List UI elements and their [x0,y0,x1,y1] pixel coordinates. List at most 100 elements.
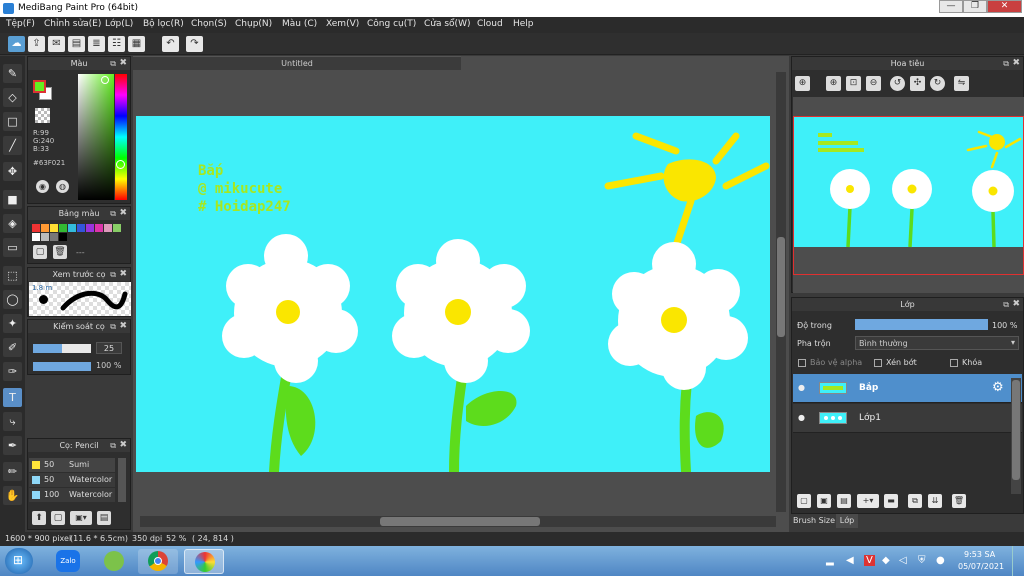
palette-icon[interactable]: ◉ [36,180,49,193]
hue-slider[interactable] [115,74,127,200]
transparent-swatch[interactable] [35,108,50,123]
eraser-tool-icon[interactable]: ◇ [3,88,22,107]
palette-swatch[interactable] [32,224,40,232]
line-tool-icon[interactable]: ╱ [3,136,22,155]
flip-icon[interactable]: ⇋ [954,76,969,91]
network-icon[interactable]: ▂ [826,555,834,566]
hue-cursor[interactable] [116,160,125,169]
close-icon[interactable]: ✖ [119,207,127,220]
menu-tools[interactable]: Công cụ(T) [367,19,416,29]
brush-size-field[interactable]: 25 [96,342,122,354]
palette-swatch[interactable] [86,224,94,232]
zoom-in-icon[interactable]: ⊕ [795,76,810,91]
document-tab[interactable]: Untitled [133,56,461,70]
speaker-icon[interactable]: ◁ [899,555,907,566]
close-icon[interactable]: ✖ [1012,298,1020,311]
brush-menu-icon[interactable]: ▣▾ [70,511,92,525]
menu-select[interactable]: Chọn(S) [191,19,227,29]
palette-swatch[interactable] [68,224,76,232]
list-icon[interactable]: ≣ [88,36,105,52]
palette-swatch[interactable] [95,224,103,232]
layer-opacity-slider[interactable] [855,319,988,330]
vertical-scrollbar[interactable] [776,72,786,512]
add-brush-icon[interactable]: ⬆ [32,511,46,525]
settings-list-icon[interactable]: ☷ [108,36,125,52]
navigator-viewport[interactable] [793,116,1024,275]
fill-rect-tool-icon[interactable]: ■ [3,190,22,209]
eye-icon[interactable]: ● [798,413,805,422]
horizontal-scroll-thumb[interactable] [380,517,540,526]
palette-swatch[interactable] [32,233,40,241]
document-icon[interactable]: ▤ [68,36,85,52]
zoom-out-icon[interactable]: ⊖ [866,76,881,91]
add-layer-menu-icon[interactable]: +▾ [857,494,879,508]
menu-edit[interactable]: Chỉnh sửa(E) [44,19,101,29]
palette-swatch[interactable] [113,224,121,232]
layer-row-lop1[interactable]: ● Lớp1 [793,404,1022,433]
palette-swatch[interactable] [50,224,58,232]
zalo-taskbar-icon[interactable]: Zalo [48,549,88,574]
rectangle-tool-icon[interactable]: □ [3,112,22,131]
foreground-color-swatch[interactable] [33,80,46,93]
palette-swatch[interactable] [77,224,85,232]
close-icon[interactable]: ✖ [119,439,127,452]
volume-icon[interactable]: ◀ [846,555,854,566]
new-halftone-layer-icon[interactable]: ▤ [837,494,851,508]
rotate-right-icon[interactable]: ↻ [930,76,945,91]
tab-brush-size[interactable]: Brush Size [793,516,835,525]
menu-file[interactable]: Tệp(F) [6,19,35,29]
menu-color[interactable]: Màu (C) [282,19,317,29]
vertical-scroll-thumb[interactable] [777,237,785,337]
drawing-canvas[interactable]: Bắp @ mikucute # Hoidap247 [136,116,770,472]
duplicate-layer-icon[interactable]: ⧉ [908,494,922,508]
lasso-tool-icon[interactable]: ◯ [3,290,22,309]
lock-checkbox[interactable]: Khóa [950,358,982,367]
minimize-button[interactable]: — [939,0,963,13]
redo-icon[interactable]: ↷ [186,36,203,52]
close-icon[interactable]: ✖ [119,268,127,281]
palette-swatch[interactable] [50,233,58,241]
menu-window[interactable]: Cửa sổ(W) [424,19,470,29]
move-tool-icon[interactable]: ✥ [3,162,22,181]
palette-swatch[interactable] [59,224,67,232]
layer-row-bap[interactable]: ● Bắp ⚙ [793,374,1022,403]
operation-tool-icon[interactable]: ⤷ [3,412,22,431]
gradient-tool-icon[interactable]: ▭ [3,238,22,257]
popout-icon[interactable]: ⧉ [110,320,116,333]
zalo-tray-icon[interactable]: ● [936,555,945,566]
tray-app-icon[interactable]: ◆ [882,555,890,566]
tab-layer[interactable]: Lớp [836,514,858,528]
select-eraser-tool-icon[interactable]: ✑ [3,362,22,381]
menu-help[interactable]: Help [513,19,534,29]
palette-swatch[interactable] [104,224,112,232]
horizontal-scrollbar[interactable] [140,516,776,527]
cloud-icon[interactable]: ☁ [8,36,25,52]
blend-mode-select[interactable]: Bình thường ▾ [855,336,1019,350]
close-window-button[interactable]: ✕ [987,0,1022,13]
comment-icon[interactable]: ✉ [48,36,65,52]
protect-alpha-checkbox[interactable]: Bảo vệ alpha [798,358,862,367]
new-palette-icon[interactable]: ▢ [33,245,47,259]
menu-capture[interactable]: Chụp(N) [235,19,272,29]
brush-list-scrollbar[interactable] [118,458,126,502]
popout-icon[interactable]: ⧉ [110,57,116,70]
brush-size-slider[interactable] [33,344,91,353]
brush-settings-icon[interactable]: ▤ [97,511,111,525]
brush-list-item[interactable]: 50 Sumi [29,458,115,472]
show-desktop-button[interactable] [1012,546,1024,576]
gear-icon[interactable]: ⚙ [992,380,1004,395]
sv-cursor[interactable] [101,76,109,84]
palette-swatch[interactable] [41,233,49,241]
color-picker-icon[interactable]: ◍ [56,180,69,193]
hand-tool-icon[interactable]: ✋ [3,486,22,505]
close-icon[interactable]: ✖ [119,320,127,333]
new-layer-icon[interactable]: ▢ [797,494,811,508]
popout-icon[interactable]: ⧉ [1003,298,1009,311]
export-icon[interactable]: ⇪ [28,36,45,52]
palette-swatch[interactable] [41,224,49,232]
zoom-in-icon[interactable]: ⊕ [826,76,841,91]
trash-icon[interactable]: 🗑 [952,494,966,508]
popout-icon[interactable]: ⧉ [110,207,116,220]
coccoc-taskbar-icon[interactable] [94,549,134,574]
canvas-text-block[interactable]: Bắp @ mikucute # Hoidap247 [198,162,291,216]
